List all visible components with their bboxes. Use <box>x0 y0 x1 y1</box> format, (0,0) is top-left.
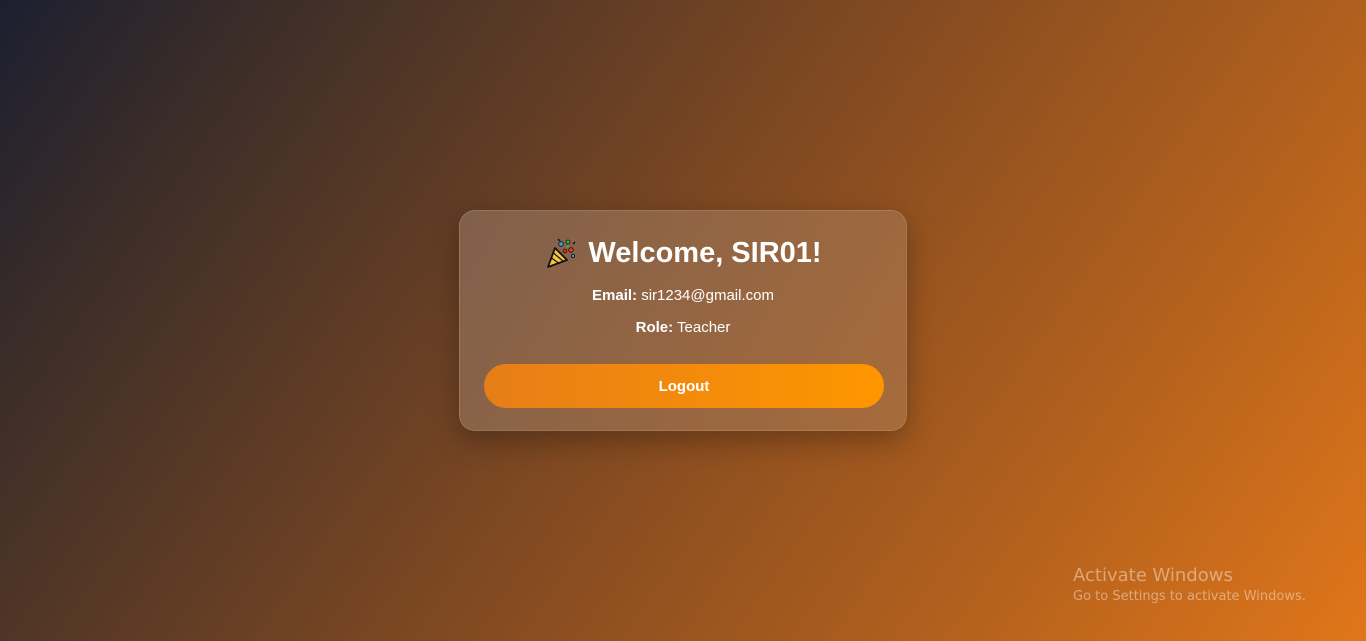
role-line: Role: Teacher <box>460 318 906 338</box>
party-popper-icon <box>544 236 578 270</box>
welcome-title: Welcome, SIR01! <box>588 237 822 269</box>
logout-button[interactable]: Logout <box>484 364 884 408</box>
watermark-title: Activate Windows <box>1073 565 1233 586</box>
role-label: Role: <box>635 319 674 336</box>
email-label: Email: <box>592 287 638 304</box>
email-line: Email: sir1234@gmail.com <box>460 286 906 306</box>
title-row: Welcome, SIR01! <box>460 235 906 271</box>
welcome-card: Welcome, SIR01! Email: sir1234@gmail.com… <box>459 210 907 431</box>
role-value: Teacher <box>677 319 731 336</box>
activate-windows-watermark: Activate Windows Go to Settings to activ… <box>1073 565 1306 606</box>
watermark-subtitle: Go to Settings to activate Windows. <box>1073 589 1306 604</box>
email-value: sir1234@gmail.com <box>641 287 774 304</box>
